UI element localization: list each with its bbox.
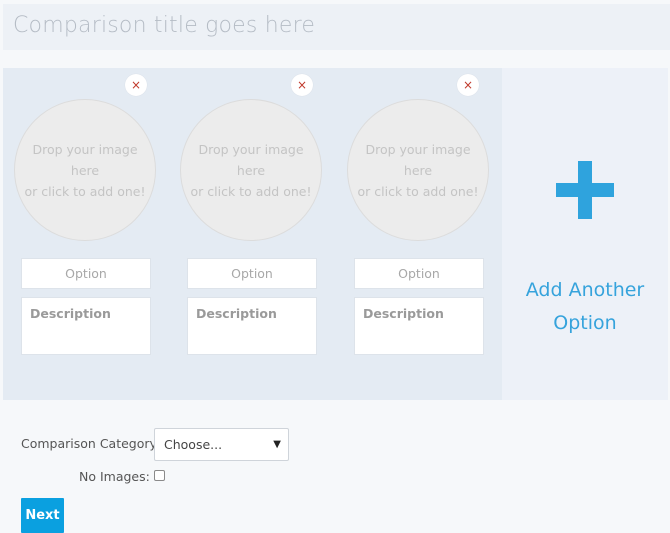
image-drop-zone[interactable]: Drop your image here or click to add one! [14,99,156,241]
remove-option-button[interactable]: × [125,74,147,96]
no-images-checkbox[interactable] [154,470,165,481]
description-input[interactable]: Description [354,297,484,355]
remove-option-button[interactable]: × [457,74,479,96]
next-button[interactable]: Next [21,498,64,533]
category-select-value: Choose... [164,437,223,452]
option-input[interactable]: Option [354,258,484,289]
chevron-down-icon: ▼ [273,439,281,450]
image-drop-zone[interactable]: Drop your image here or click to add one! [180,99,322,241]
option-input[interactable]: Option [187,258,317,289]
description-input[interactable]: Description [187,297,317,355]
comparison-title-input[interactable]: Comparison title goes here [3,4,670,50]
category-select[interactable]: Choose... ▼ [154,428,289,461]
option-card: × Drop your image here or click to add on… [11,68,161,400]
category-label: Comparison Category: [21,436,161,451]
option-card: × Drop your image here or click to add on… [177,68,327,400]
image-drop-prompt: Drop your image here or click to add one! [190,141,312,199]
option-input[interactable]: Option [21,258,151,289]
options-area: × Drop your image here or click to add on… [3,68,502,400]
add-another-option-button[interactable]: Add Another Option [502,68,668,400]
image-drop-prompt: Drop your image here or click to add one! [357,141,479,199]
description-input[interactable]: Description [21,297,151,355]
image-drop-zone[interactable]: Drop your image here or click to add one! [347,99,489,241]
no-images-label: No Images: [79,469,150,484]
option-card: × Drop your image here or click to add on… [344,68,494,400]
remove-option-button[interactable]: × [291,74,313,96]
plus-icon [556,161,614,219]
image-drop-prompt: Drop your image here or click to add one! [24,141,146,199]
add-another-option-label: Add Another Option [525,279,645,334]
